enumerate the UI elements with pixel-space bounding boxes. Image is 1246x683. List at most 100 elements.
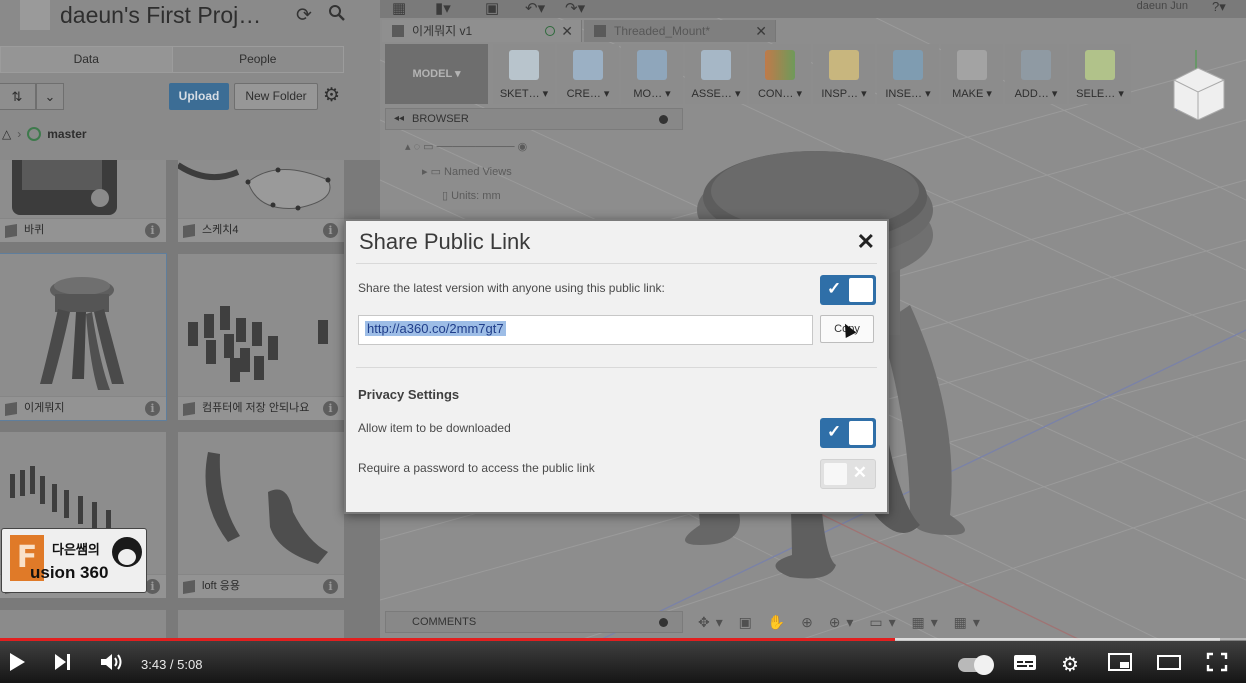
- share-toggle[interactable]: ✓: [820, 275, 876, 305]
- grid-menu-icon[interactable]: ▦: [392, 0, 406, 17]
- close-icon[interactable]: ✕: [561, 20, 573, 42]
- volume-icon[interactable]: [100, 652, 124, 678]
- chevron-right-icon: ›: [17, 127, 22, 141]
- info-icon[interactable]: i: [145, 401, 160, 416]
- viewcube[interactable]: [1168, 50, 1228, 120]
- view-dropdown-button[interactable]: ⌄: [36, 83, 64, 110]
- tab-label: 이게뭐지 v1: [412, 24, 473, 38]
- tool-create[interactable]: CRE… ▾: [557, 44, 619, 104]
- info-icon[interactable]: i: [145, 223, 160, 238]
- fullscreen-icon[interactable]: [1206, 652, 1228, 678]
- public-link-field[interactable]: http://a360.co/2mm7gt7: [358, 315, 813, 345]
- cube-icon: [5, 223, 17, 239]
- time-display: 3:43 / 5:08: [141, 657, 203, 672]
- allow-download-toggle[interactable]: ✓: [820, 418, 876, 448]
- tool-inspect[interactable]: INSP… ▾: [813, 44, 875, 104]
- tree-label: Named Views: [444, 166, 512, 178]
- tool-label: CON…: [757, 88, 794, 100]
- close-icon[interactable]: ✕: [755, 20, 767, 42]
- file-name: 이게뭐지: [24, 402, 65, 414]
- collapse-icon[interactable]: ◂◂: [394, 109, 404, 129]
- gear-icon[interactable]: ⚙: [323, 84, 340, 107]
- modify-icon: [637, 50, 667, 80]
- select-icon: [1085, 50, 1115, 80]
- help-icon[interactable]: ?▾: [1212, 0, 1226, 15]
- info-icon[interactable]: i: [145, 579, 160, 594]
- info-icon[interactable]: i: [323, 401, 338, 416]
- file-name: 컴퓨터에 저장 안되나요: [202, 402, 310, 414]
- play-icon[interactable]: [8, 652, 26, 678]
- file-thumbnail: [0, 160, 166, 218]
- tool-label: MO…: [633, 88, 663, 100]
- tree-root[interactable]: ▴ ◌ ▭ ────────── ◉: [405, 140, 527, 153]
- tree-row-named-views[interactable]: ▸ ▭ Named Views: [422, 165, 512, 178]
- tool-construct[interactable]: CON… ▾: [749, 44, 811, 104]
- file-card[interactable]: 컴퓨터에 저장 안되나요 i: [178, 254, 344, 420]
- navigation-bar[interactable]: ✥▾ ▣ ✋ ⊕ ⊕▾ ▭▾ ▦▾ ▦▾: [698, 614, 986, 631]
- dialog-title: Share Public Link: [359, 229, 531, 254]
- file-card[interactable]: 바퀴 i: [0, 160, 166, 242]
- comments-panel-header[interactable]: COMMENTS: [385, 611, 683, 633]
- tree-row-units[interactable]: ▯ Units: mm: [442, 189, 501, 202]
- sort-button[interactable]: ⇅: [0, 83, 36, 110]
- require-password-toggle[interactable]: ✕: [820, 459, 876, 489]
- watermark-line1: 다은쌤의: [52, 542, 100, 557]
- autoplay-toggle[interactable]: [958, 655, 994, 675]
- file-card[interactable]: [178, 610, 344, 640]
- tool-insert[interactable]: INSE… ▾: [877, 44, 939, 104]
- file-icon[interactable]: ▮▾: [435, 0, 451, 17]
- sort-icon: ⇅: [11, 89, 23, 104]
- tool-addins[interactable]: ADD… ▾: [1005, 44, 1067, 104]
- data-panel-tabs: Data People: [0, 46, 344, 73]
- check-icon: ✓: [827, 279, 842, 298]
- branch-name: master: [47, 127, 87, 141]
- check-icon: ✓: [827, 422, 842, 441]
- addins-icon: [1021, 50, 1051, 80]
- workspace-switcher[interactable]: MODEL ▾: [385, 44, 488, 104]
- user-name[interactable]: daeun Jun: [1137, 0, 1188, 12]
- upload-button[interactable]: Upload: [169, 83, 229, 110]
- settings-gear-icon[interactable]: ⚙: [1061, 652, 1079, 677]
- search-icon[interactable]: [328, 4, 346, 28]
- tool-modify[interactable]: MO… ▾: [621, 44, 683, 104]
- tool-label: SELE…: [1076, 88, 1116, 100]
- pin-icon[interactable]: [659, 618, 668, 627]
- info-icon[interactable]: i: [323, 579, 338, 594]
- project-title: daeun's First Proj…: [60, 2, 262, 28]
- browser-panel-header[interactable]: ◂◂ BROWSER: [385, 108, 683, 130]
- tool-select[interactable]: SELE… ▾: [1069, 44, 1131, 104]
- close-icon[interactable]: ✕: [857, 229, 875, 255]
- inspect-icon: [829, 50, 859, 80]
- theater-mode-icon[interactable]: [1156, 652, 1182, 678]
- file-card-selected[interactable]: 이게뭐지 i: [0, 253, 167, 421]
- refresh-icon[interactable]: ⟳: [296, 4, 312, 27]
- file-card[interactable]: [0, 610, 166, 640]
- next-icon[interactable]: [54, 652, 72, 678]
- file-card[interactable]: 스케치4 i: [178, 160, 344, 242]
- tab-document[interactable]: Threaded_Mount* ✕: [584, 20, 776, 42]
- tool-make[interactable]: MAKE ▾: [941, 44, 1003, 104]
- tool-sketch[interactable]: SKET… ▾: [493, 44, 555, 104]
- new-folder-button[interactable]: New Folder: [234, 83, 318, 110]
- ribbon-toolbar: MODEL ▾ SKET… ▾ CRE… ▾ MO… ▾ ASSE… ▾ CON…: [385, 44, 1135, 104]
- info-icon[interactable]: i: [323, 223, 338, 238]
- tab-people[interactable]: People: [172, 47, 343, 72]
- subtitles-icon[interactable]: [1013, 652, 1037, 678]
- file-thumbnail: [178, 254, 344, 396]
- miniplayer-icon[interactable]: [1107, 652, 1133, 678]
- undo-icon[interactable]: ↶▾: [525, 0, 545, 17]
- file-card[interactable]: loft 응용 i: [178, 432, 344, 598]
- branch-selector[interactable]: △ › master: [0, 125, 87, 143]
- cube-icon: [183, 579, 195, 595]
- redo-icon[interactable]: ↷▾: [565, 0, 585, 17]
- file-thumbnail: [178, 432, 344, 574]
- file-name: loft 응용: [202, 580, 240, 592]
- tool-assemble[interactable]: ASSE… ▾: [685, 44, 747, 104]
- pin-icon[interactable]: [659, 115, 668, 124]
- tab-document-active[interactable]: 이게뭐지 v1 ✕: [382, 20, 582, 42]
- construct-icon: [765, 50, 795, 80]
- sketch-icon: [509, 50, 539, 80]
- tool-label: INSE…: [885, 88, 923, 100]
- tab-data[interactable]: Data: [1, 47, 173, 72]
- save-icon[interactable]: ▣: [485, 0, 499, 17]
